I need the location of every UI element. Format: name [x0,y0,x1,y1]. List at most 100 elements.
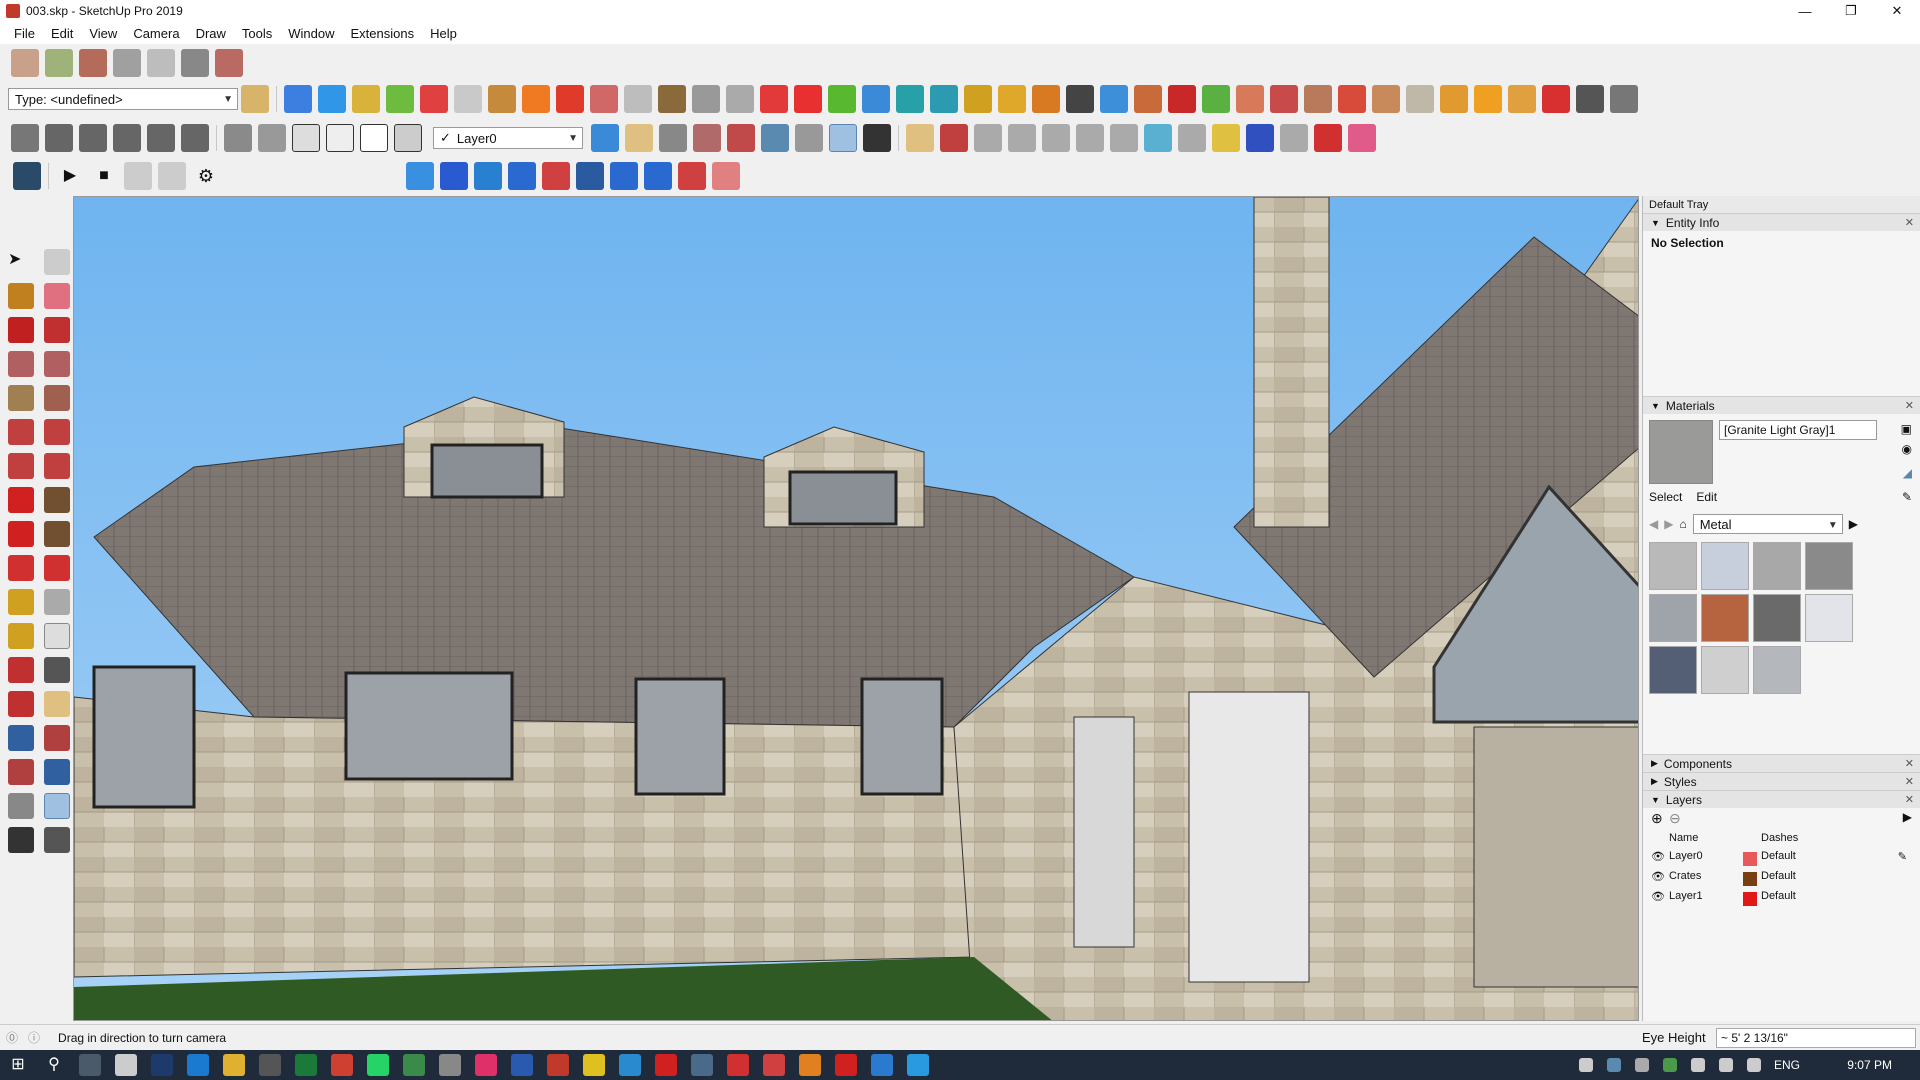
make-component-icon[interactable] [44,249,70,275]
scale-icon[interactable] [8,555,34,581]
pdf-icon[interactable] [727,1054,749,1076]
section-plane-tool-icon[interactable] [44,827,70,853]
solid-split-icon[interactable] [454,85,482,113]
restore-button[interactable]: ❐ [1828,0,1874,22]
menu-tools[interactable]: Tools [234,26,280,41]
grid-icon[interactable] [1440,85,1468,113]
eraser-tool-icon[interactable] [44,283,70,309]
stop-icon[interactable]: ■ [90,162,118,190]
file-explorer-icon[interactable] [223,1054,245,1076]
tray-app-icon[interactable] [1690,1058,1705,1072]
layer-color-swatch[interactable] [1743,872,1757,886]
type-settings-icon[interactable] [241,85,269,113]
fillet-icon[interactable] [1338,85,1366,113]
entity-info-header[interactable]: ▼ Entity Info ✕ [1643,213,1920,231]
text-icon[interactable] [44,623,70,649]
opera-icon[interactable] [835,1054,857,1076]
position-camera-icon[interactable] [795,124,823,152]
app-icon[interactable] [763,1054,785,1076]
tab-select[interactable]: Select [1649,490,1682,504]
acrobat-icon[interactable] [655,1054,677,1076]
material-swatch[interactable] [1701,542,1749,590]
layer-row[interactable]: 👁 Layer1 Default [1643,890,1920,910]
bend-icon[interactable] [1202,85,1230,113]
windows-start-icon[interactable]: ⊞ [7,1054,29,1076]
paint-bucket-icon[interactable] [8,283,34,309]
offset-tool-icon[interactable] [44,555,70,581]
scene-add-icon[interactable] [124,162,152,190]
app-icon[interactable] [439,1054,461,1076]
minimize-button[interactable]: — [1782,0,1828,22]
info-icon[interactable]: ⓘ [28,1029,40,1046]
compass-icon[interactable] [1100,85,1128,113]
layer-details-icon[interactable]: ▶ [1903,810,1912,824]
create-material-icon[interactable]: ▣ [1901,422,1912,436]
align-center-icon[interactable] [440,162,468,190]
styles-header[interactable]: ▶ Styles ✕ [1643,772,1920,790]
distribute-icon[interactable] [508,162,536,190]
pie-icon[interactable] [44,453,70,479]
home-icon[interactable]: ⌂ [1679,517,1686,531]
volume-icon[interactable] [1746,1058,1761,1072]
flowify-ellipse-icon[interactable] [1076,124,1104,152]
views-top-icon[interactable] [45,124,73,152]
two-point-arc-icon[interactable] [44,419,70,445]
tray-app-icon[interactable] [1606,1058,1621,1072]
material-swatch[interactable] [1649,646,1697,694]
word-icon[interactable] [511,1054,533,1076]
rotate-ccw-icon[interactable] [644,162,672,190]
hand-icon[interactable] [712,162,740,190]
sample-paint-icon[interactable]: ✎ [1902,490,1912,504]
layer-row[interactable]: 👁 Crates Default [1643,870,1920,890]
components-header[interactable]: ▶ Components ✕ [1643,754,1920,772]
join-push-pull-icon[interactable] [692,85,720,113]
views-right-icon[interactable] [113,124,141,152]
tape-red-blue-icon[interactable] [1246,124,1274,152]
3d-text-icon[interactable] [44,657,70,683]
layer-dropdown[interactable]: ✓ Layer0 ▼ [433,127,583,149]
visibility-eye-icon[interactable]: 👁 [1651,890,1665,903]
photoshop-icon[interactable] [151,1054,173,1076]
zoom-icon[interactable] [659,124,687,152]
xray-icon[interactable] [224,124,252,152]
offset-icon[interactable] [726,85,754,113]
close-icon[interactable]: ✕ [1905,216,1914,229]
up-down-icon[interactable] [542,162,570,190]
menu-file[interactable]: File [6,26,43,41]
material-swatch[interactable] [1753,646,1801,694]
material-swatch[interactable] [1805,542,1853,590]
shape-bender-icon[interactable] [1304,85,1332,113]
flowify-parallelogram-icon[interactable] [1110,124,1138,152]
arc-tool-icon[interactable] [8,419,34,445]
material-swatch[interactable] [1701,594,1749,642]
three-point-arc-icon[interactable] [8,453,34,479]
polygon-icon[interactable] [44,385,70,411]
app-icon[interactable] [475,1054,497,1076]
hidden-line-icon[interactable] [326,124,354,152]
play-icon[interactable]: ▶ [56,162,84,190]
array-icon[interactable] [930,85,958,113]
back-edges-icon[interactable] [258,124,286,152]
sandbox-icon[interactable] [113,49,141,77]
solid-subtract-icon[interactable] [386,85,414,113]
views-left-icon[interactable] [181,124,209,152]
flowify-polygon-icon[interactable] [1042,124,1070,152]
flowify-arc-icon[interactable] [1144,124,1172,152]
flowify-shape-icon[interactable] [1178,124,1206,152]
gear-icon[interactable]: ⚙ [192,162,220,190]
mirror-icon[interactable] [610,162,638,190]
store-icon[interactable] [259,1054,281,1076]
solid-union-icon[interactable] [352,85,380,113]
geo-location-icon[interactable]: ⓪ [6,1029,18,1046]
close-icon[interactable]: ✕ [1905,757,1914,770]
layer-row[interactable]: 👁 Layer0 Default ✎ [1643,850,1920,870]
smoove-icon[interactable] [147,49,175,77]
visibility-eye-icon[interactable]: 👁 [1651,850,1665,863]
measurements-value[interactable]: ~ 5' 2 13/16" [1716,1027,1916,1048]
flip-edge-icon[interactable] [215,49,243,77]
layers-header[interactable]: ▼ Layers ✕ [1643,790,1920,808]
walk-icon[interactable] [863,124,891,152]
tape-measure-icon[interactable] [8,589,34,615]
material-swatch[interactable] [1649,542,1697,590]
rotate-cw-icon[interactable] [678,162,706,190]
